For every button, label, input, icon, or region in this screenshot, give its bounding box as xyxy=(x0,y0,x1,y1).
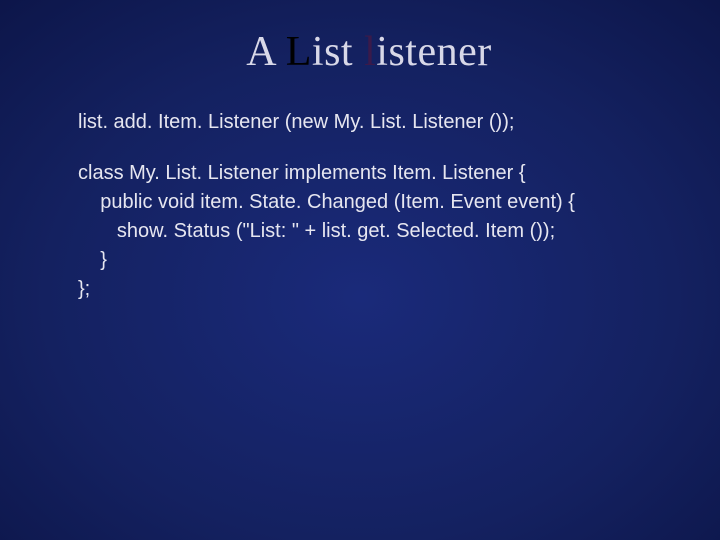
code-block-class: class My. List. Listener implements Item… xyxy=(78,159,660,304)
title-part-L: L xyxy=(286,29,312,75)
title-part-l: l xyxy=(364,29,376,75)
slide-title: A List listener xyxy=(78,28,660,76)
title-part-rest: istener xyxy=(376,29,491,75)
code-line-addlistener: list. add. Item. Listener (new My. List.… xyxy=(78,108,660,137)
title-part-ist: ist xyxy=(312,29,364,75)
title-part-a: A xyxy=(246,29,286,75)
slide: A List listener list. add. Item. Listene… xyxy=(0,0,720,540)
